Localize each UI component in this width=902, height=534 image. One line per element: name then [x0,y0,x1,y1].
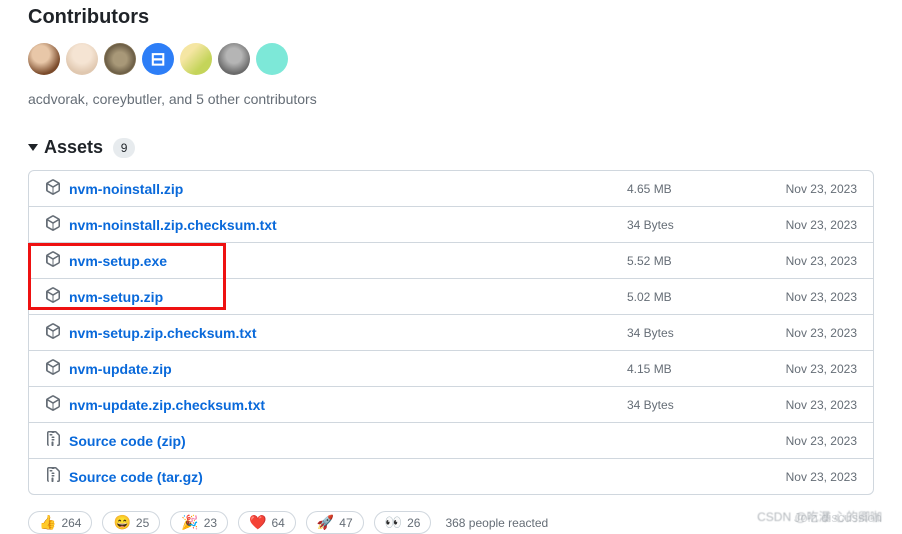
reaction-emoji-icon: 🚀 [317,514,334,531]
asset-date: Nov 23, 2023 [757,470,857,484]
reaction-count: 26 [407,516,420,530]
reaction-count: 25 [136,516,149,530]
asset-row: nvm-setup.zip 5.02 MB Nov 23, 2023 [29,278,873,314]
package-icon [45,323,61,342]
asset-size: 4.15 MB [627,362,757,376]
asset-link[interactable]: nvm-update.zip.checksum.txt [45,395,627,414]
reaction-emoji-icon: 👀 [385,514,402,531]
contributor-avatars: ⊟ [28,43,874,75]
asset-filename: nvm-update.zip [69,361,172,377]
asset-link[interactable]: nvm-update.zip [45,359,627,378]
contributors-section: Contributors ⊟ acdvorak, coreybutler, an… [28,0,874,107]
reactions-summary: 368 people reacted [445,516,548,530]
asset-row: nvm-setup.exe 5.52 MB Nov 23, 2023 [29,242,873,278]
file-zip-icon [45,431,61,450]
asset-filename: nvm-noinstall.zip [69,181,183,197]
asset-row: nvm-update.zip.checksum.txt 34 Bytes Nov… [29,386,873,422]
asset-size: 5.52 MB [627,254,757,268]
footer-right: CSDN @吃瀑 心的卿咖 Join discussion [757,508,882,525]
asset-filename: nvm-setup.exe [69,253,167,269]
asset-date: Nov 23, 2023 [757,254,857,268]
asset-filename: nvm-noinstall.zip.checksum.txt [69,217,277,233]
reaction-count: 47 [339,516,352,530]
asset-link[interactable]: nvm-noinstall.zip [45,179,627,198]
asset-row: nvm-noinstall.zip 4.65 MB Nov 23, 2023 [29,171,873,206]
contributors-summary: acdvorak, coreybutler, and 5 other contr… [28,91,874,107]
caret-down-icon [28,144,38,151]
package-icon [45,359,61,378]
file-zip-icon [45,467,61,486]
asset-link[interactable]: nvm-setup.zip [45,287,627,306]
asset-filename: nvm-setup.zip [69,289,163,305]
assets-title: Assets [44,137,103,158]
reaction-emoji-icon: ❤️ [249,514,266,531]
asset-link[interactable]: Source code (zip) [45,431,627,450]
avatar[interactable] [256,43,288,75]
asset-date: Nov 23, 2023 [757,434,857,448]
avatar[interactable] [180,43,212,75]
join-discussion-link[interactable]: Join discussion [794,510,882,525]
package-icon [45,395,61,414]
asset-date: Nov 23, 2023 [757,182,857,196]
asset-link[interactable]: nvm-noinstall.zip.checksum.txt [45,215,627,234]
package-icon [45,179,61,198]
asset-date: Nov 23, 2023 [757,362,857,376]
asset-link[interactable]: nvm-setup.zip.checksum.txt [45,323,627,342]
reaction-count: 264 [61,516,81,530]
asset-link[interactable]: Source code (tar.gz) [45,467,627,486]
asset-row: Source code (zip) Nov 23, 2023 [29,422,873,458]
avatar[interactable] [218,43,250,75]
asset-row: Source code (tar.gz) Nov 23, 2023 [29,458,873,494]
asset-date: Nov 23, 2023 [757,218,857,232]
asset-size: 4.65 MB [627,182,757,196]
package-icon [45,215,61,234]
asset-filename: nvm-update.zip.checksum.txt [69,397,265,413]
asset-date: Nov 23, 2023 [757,398,857,412]
asset-size: 34 Bytes [627,218,757,232]
contributors-title: Contributors [28,6,874,29]
reaction-count: 64 [272,516,285,530]
asset-size: 34 Bytes [627,398,757,412]
reactions-bar: 👍 264 😄 25 🎉 23 ❤️ 64 🚀 47 👀 26 368 people reacted [28,507,874,534]
asset-filename: Source code (zip) [69,433,186,449]
asset-link[interactable]: nvm-setup.exe [45,251,627,270]
package-icon [45,287,61,306]
asset-date: Nov 23, 2023 [757,326,857,340]
asset-filename: Source code (tar.gz) [69,469,203,485]
avatar[interactable] [104,43,136,75]
asset-date: Nov 23, 2023 [757,290,857,304]
asset-row: nvm-update.zip 4.15 MB Nov 23, 2023 [29,350,873,386]
reaction-emoji-icon: 👍 [39,514,56,531]
reaction-emoji-icon: 🎉 [181,514,198,531]
asset-row: nvm-setup.zip.checksum.txt 34 Bytes Nov … [29,314,873,350]
avatar[interactable]: ⊟ [142,43,174,75]
avatar[interactable] [66,43,98,75]
assets-header[interactable]: Assets 9 [28,137,874,158]
assets-list: nvm-noinstall.zip 4.65 MB Nov 23, 2023 n… [28,170,874,495]
asset-filename: nvm-setup.zip.checksum.txt [69,325,257,341]
asset-row: nvm-noinstall.zip.checksum.txt 34 Bytes … [29,206,873,242]
avatar[interactable] [28,43,60,75]
assets-count-badge: 9 [113,138,135,158]
reaction-count: 23 [204,516,217,530]
asset-size: 5.02 MB [627,290,757,304]
asset-size: 34 Bytes [627,326,757,340]
package-icon [45,251,61,270]
reaction-emoji-icon: 😄 [113,514,130,531]
